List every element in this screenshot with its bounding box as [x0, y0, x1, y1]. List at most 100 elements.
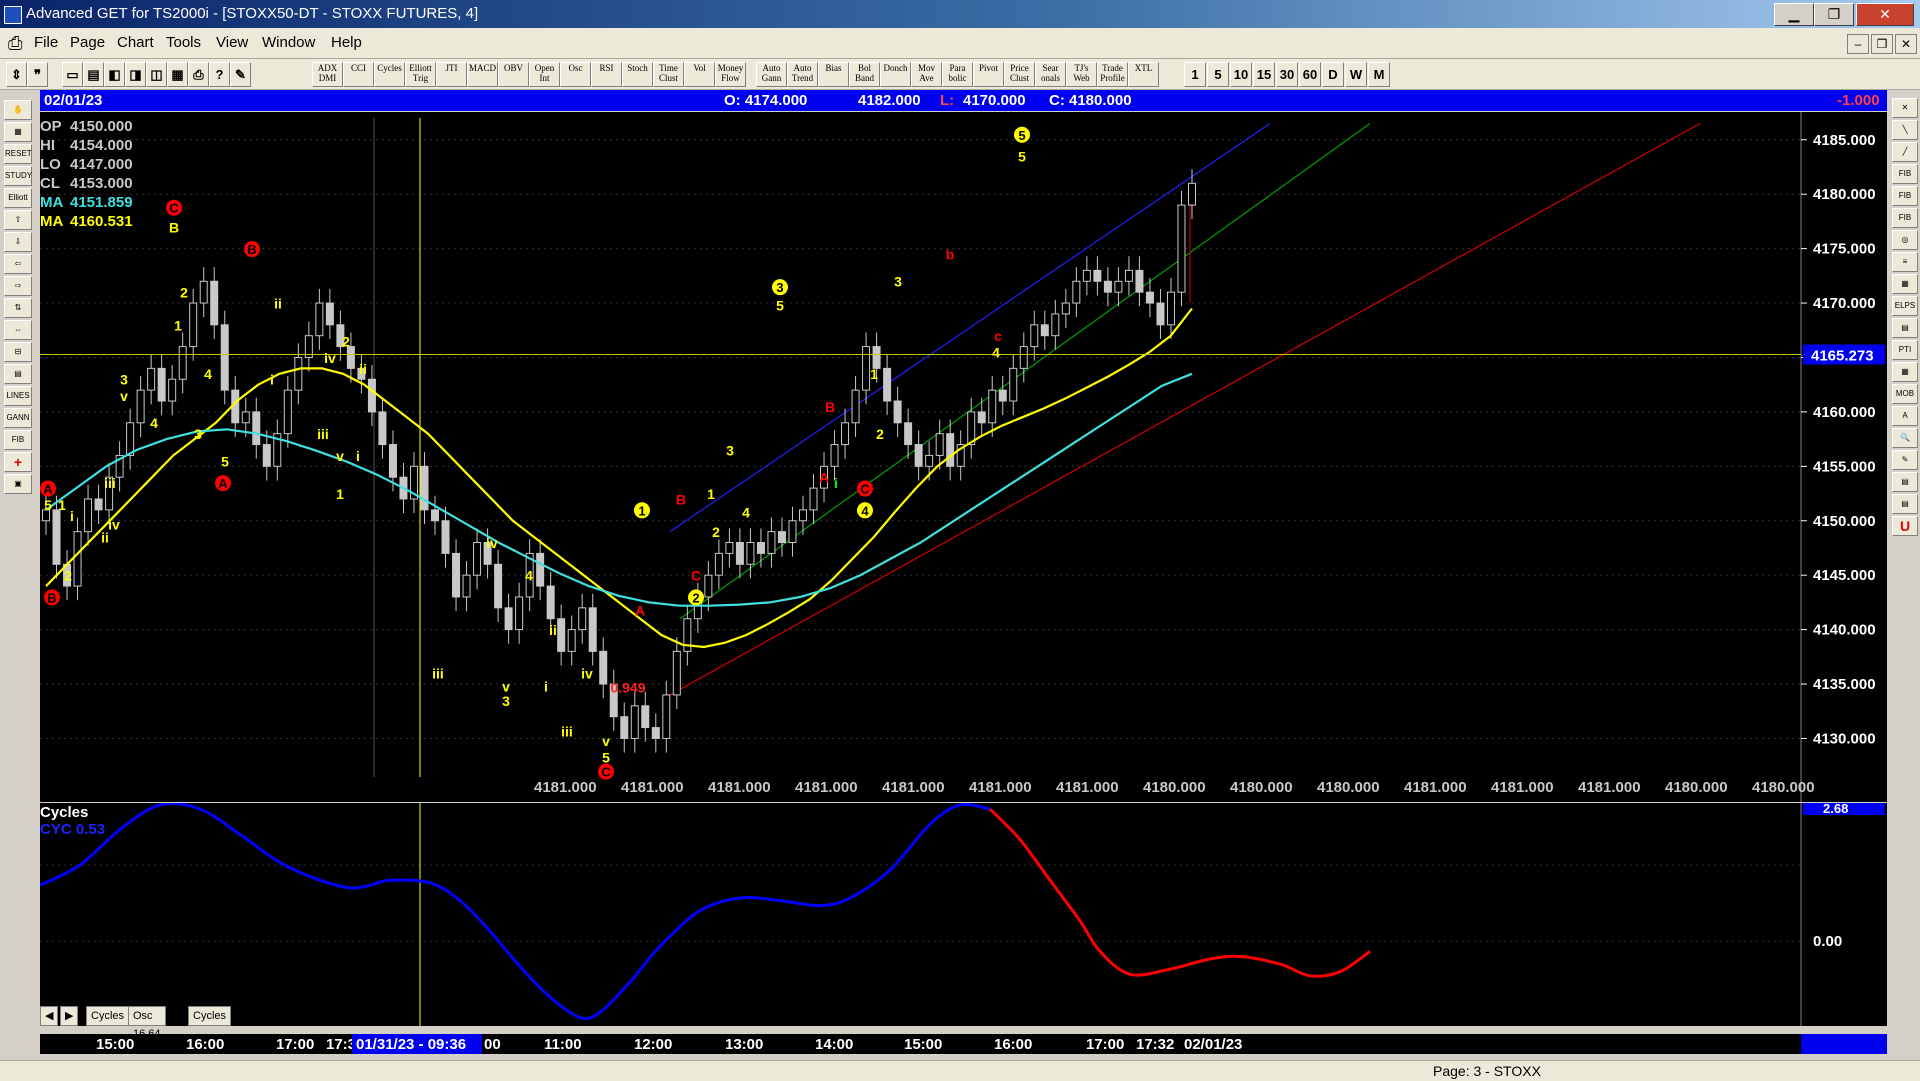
side-tool-11[interactable]: ⊟ [4, 342, 32, 362]
tool-icon-3[interactable]: ▤ [83, 62, 104, 87]
doc-icon[interactable]: ⎙ [8, 28, 22, 58]
side-tool-15[interactable]: FIB [4, 430, 32, 450]
side-tool-5[interactable]: ⇧ [4, 210, 32, 230]
side-tool-17[interactable]: ▣ [4, 474, 32, 494]
right-tool-6[interactable]: ◎ [1892, 230, 1918, 250]
study-button-20[interactable]: Para bolic [942, 62, 973, 87]
menu-chart[interactable]: Chart [117, 28, 154, 58]
mdi-minimize-button[interactable]: ‒ [1847, 34, 1869, 54]
tool-icon-4[interactable]: ◧ [104, 62, 125, 87]
right-tool-5[interactable]: FIB TIME [1892, 208, 1918, 240]
side-tool-10[interactable]: ⇔ [4, 320, 32, 340]
study-button-11[interactable]: Time Clust [653, 62, 684, 87]
menu-window[interactable]: Window [262, 28, 315, 58]
study-button-13[interactable]: Money Flow [715, 62, 746, 87]
minimize-button[interactable]: ▁ [1774, 3, 1814, 26]
tool-icon-7[interactable]: ▦ [167, 62, 188, 87]
menu-page[interactable]: Page [70, 28, 105, 58]
side-tool-4[interactable]: Elliott [4, 188, 32, 208]
side-tool-13[interactable]: LINES [4, 386, 32, 406]
tool-icon-0[interactable]: ⇕ [6, 62, 27, 87]
right-tool-15[interactable]: 🔍 [1892, 428, 1918, 448]
right-tool-10[interactable]: ▤ [1892, 318, 1918, 338]
menu-view[interactable]: View [216, 28, 248, 58]
side-tool-14[interactable]: GANN [4, 408, 32, 428]
tool-icon-9[interactable]: ? [209, 62, 230, 87]
price-chart[interactable]: 4130.000 4135.000 4140.000 4145.000 4150.000… [40, 112, 1887, 802]
study-button-7[interactable]: Open Int [529, 62, 560, 87]
tool-icon-2[interactable]: ▭ [62, 62, 83, 87]
side-tool-3[interactable]: STUDY [4, 166, 32, 186]
side-tool-8[interactable]: ⇨ [4, 276, 32, 296]
tool-icon-6[interactable]: ◫ [146, 62, 167, 87]
side-tool-0[interactable]: ✋ [4, 100, 32, 120]
study-button-14[interactable]: Auto Gann [756, 62, 787, 87]
menu-tools[interactable]: Tools [166, 28, 201, 58]
right-tool-9[interactable]: ELPS [1892, 296, 1918, 316]
side-tool-1[interactable]: ▦ [4, 122, 32, 142]
side-tool-7[interactable]: ⇦ [4, 254, 32, 274]
mdi-restore-button[interactable]: ❐ [1871, 34, 1893, 54]
study-button-2[interactable]: Cycles [374, 62, 405, 87]
timeframe-button-5[interactable]: 60 [1299, 62, 1321, 87]
study-button-9[interactable]: RSI [591, 62, 622, 87]
right-tool-16[interactable]: ✎ [1892, 450, 1918, 470]
study-button-10[interactable]: Stoch [622, 62, 653, 87]
study-button-24[interactable]: TJ's Web [1066, 62, 1097, 87]
timeframe-button-0[interactable]: 1 [1184, 62, 1206, 87]
study-button-8[interactable]: Osc [560, 62, 591, 87]
tab-cycles-2[interactable]: Cycles [188, 1006, 232, 1026]
right-tool-18[interactable]: ▤ [1892, 494, 1918, 514]
cycles-pane[interactable]: 2.680.00CyclesCYC 0.53 [40, 803, 1887, 1026]
timeframe-button-8[interactable]: M [1368, 62, 1390, 87]
menu-help[interactable]: Help [331, 28, 362, 58]
side-tool-2[interactable]: RESET [4, 144, 32, 164]
maximize-button[interactable]: ❐ [1814, 3, 1854, 26]
right-tool-13[interactable]: MOB [1892, 384, 1918, 404]
tool-icon-1[interactable]: ❞ [27, 62, 48, 87]
timeframe-button-7[interactable]: W [1345, 62, 1367, 87]
study-button-22[interactable]: Price Clust [1004, 62, 1035, 87]
timeframe-button-2[interactable]: 10 [1230, 62, 1252, 87]
timeframe-button-6[interactable]: D [1322, 62, 1344, 87]
study-button-16[interactable]: Bias [818, 62, 849, 87]
timeframe-button-4[interactable]: 30 [1276, 62, 1298, 87]
timeframe-button-3[interactable]: 15 [1253, 62, 1275, 87]
right-tool-8[interactable]: ▦ [1892, 274, 1918, 294]
study-button-1[interactable]: CCI [343, 62, 374, 87]
study-button-4[interactable]: JTI [436, 62, 467, 87]
study-button-23[interactable]: Sear onals [1035, 62, 1066, 87]
tool-icon-8[interactable]: ⎙ [188, 62, 209, 87]
study-button-17[interactable]: Bol Band [849, 62, 880, 87]
close-button[interactable]: ✕ [1856, 3, 1914, 26]
right-tool-0[interactable]: ✕ [1892, 98, 1918, 118]
study-button-26[interactable]: XTL [1128, 62, 1159, 87]
tab-osc[interactable]: Osc 16,64 [128, 1006, 166, 1040]
side-tool-12[interactable]: ▤ [4, 364, 32, 384]
mdi-close-button[interactable]: ✕ [1895, 34, 1917, 54]
study-button-19[interactable]: Mov Ave [911, 62, 942, 87]
side-tool-6[interactable]: ⇩ [4, 232, 32, 252]
right-tool-14[interactable]: A [1892, 406, 1918, 426]
study-button-12[interactable]: Vol [684, 62, 715, 87]
tab-cycles[interactable]: Cycles [86, 1006, 130, 1026]
study-button-5[interactable]: MACD [467, 62, 498, 87]
study-button-25[interactable]: Trade Profile [1097, 62, 1128, 87]
tool-icon-10[interactable]: ✎ [230, 62, 251, 87]
right-tool-1[interactable]: ╲ [1892, 120, 1918, 140]
timeframe-button-1[interactable]: 5 [1207, 62, 1229, 87]
side-tool-16[interactable]: + [4, 452, 32, 472]
study-button-15[interactable]: Auto Trend [787, 62, 818, 87]
right-tool-2[interactable]: ╱ [1892, 142, 1918, 162]
tool-icon-5[interactable]: ◨ [125, 62, 146, 87]
right-tool-11[interactable]: PTI [1892, 340, 1918, 360]
study-button-3[interactable]: Elliott Trig [405, 62, 436, 87]
side-tool-9[interactable]: ⇅ [4, 298, 32, 318]
study-button-0[interactable]: ADX DMI [312, 62, 343, 87]
menu-file[interactable]: File [34, 28, 58, 58]
study-button-6[interactable]: OBV [498, 62, 529, 87]
right-tool-12[interactable]: ▦ [1892, 362, 1918, 382]
tab-scroll-right[interactable]: ▶ [60, 1006, 79, 1026]
tab-scroll-left[interactable]: ◀ [40, 1006, 59, 1026]
right-tool-4[interactable]: FIB EXT [1892, 186, 1918, 218]
